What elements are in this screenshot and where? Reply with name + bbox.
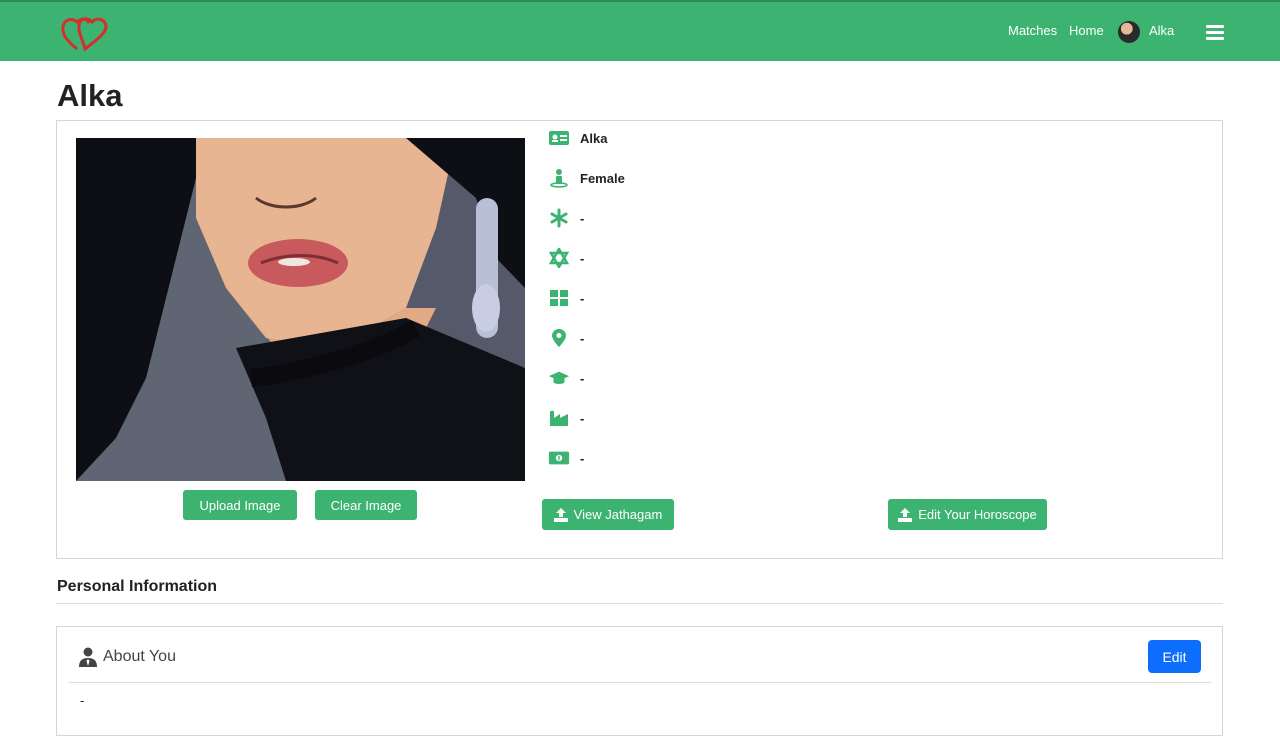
user-tie-icon xyxy=(79,647,97,667)
nav-home-link[interactable]: Home xyxy=(1069,23,1104,38)
info-row-3: - xyxy=(548,206,584,230)
info-row-5: - xyxy=(548,286,584,310)
edit-horoscope-button[interactable]: Edit Your Horoscope xyxy=(888,499,1047,530)
info-value-gender: Female xyxy=(580,170,625,186)
industry-icon xyxy=(548,407,570,429)
hamburger-menu-icon[interactable] xyxy=(1206,25,1224,40)
money-bill-icon xyxy=(548,447,570,469)
section-heading-personal: Personal Information xyxy=(57,578,218,595)
id-card-icon xyxy=(548,127,570,149)
grid-icon xyxy=(548,287,570,309)
section-divider xyxy=(56,603,1223,604)
info-row-name: Alka xyxy=(548,126,607,150)
view-jathagam-label: View Jathagam xyxy=(573,507,663,522)
graduation-cap-icon xyxy=(548,367,570,389)
info-row-gender: Female xyxy=(548,166,625,190)
asterisk-icon xyxy=(548,207,570,229)
nav-matches-link[interactable]: Matches xyxy=(1008,23,1057,38)
upload-image-button[interactable]: Upload Image xyxy=(183,490,297,520)
info-row-8: - xyxy=(548,406,584,430)
top-navbar: Matches Home Alka xyxy=(0,0,1280,61)
info-row-7: - xyxy=(548,366,584,390)
about-you-value: - xyxy=(80,693,85,708)
nav-user-name[interactable]: Alka xyxy=(1149,23,1174,38)
upload-icon xyxy=(898,507,913,522)
info-value-7: - xyxy=(580,370,585,386)
about-divider xyxy=(69,682,1211,683)
profile-card: Upload Image Clear Image Alka Female - -… xyxy=(56,120,1223,559)
info-value-6: - xyxy=(580,330,585,346)
page-title: Alka xyxy=(57,78,123,113)
info-value-4: - xyxy=(580,250,585,266)
edit-horoscope-label: Edit Your Horoscope xyxy=(918,507,1037,522)
info-row-9: - xyxy=(548,446,584,470)
info-value-3: - xyxy=(580,210,585,226)
info-value-5: - xyxy=(580,290,585,306)
person-icon xyxy=(548,167,570,189)
map-pin-icon xyxy=(548,327,570,349)
info-row-4: - xyxy=(548,246,584,270)
info-value-name: Alka xyxy=(580,130,608,146)
hearts-logo-icon[interactable] xyxy=(60,14,110,52)
upload-icon xyxy=(553,507,568,522)
star-of-david-icon xyxy=(548,247,570,269)
clear-image-button[interactable]: Clear Image xyxy=(315,490,417,520)
user-avatar[interactable] xyxy=(1118,21,1140,43)
info-value-9: - xyxy=(580,450,585,466)
view-jathagam-button[interactable]: View Jathagam xyxy=(542,499,674,530)
info-value-8: - xyxy=(580,410,585,426)
profile-photo xyxy=(76,138,525,481)
about-you-card: About You Edit - xyxy=(56,626,1223,736)
about-you-title: About You xyxy=(103,648,176,665)
edit-about-button[interactable]: Edit xyxy=(1148,640,1201,673)
info-row-6: - xyxy=(548,326,584,350)
